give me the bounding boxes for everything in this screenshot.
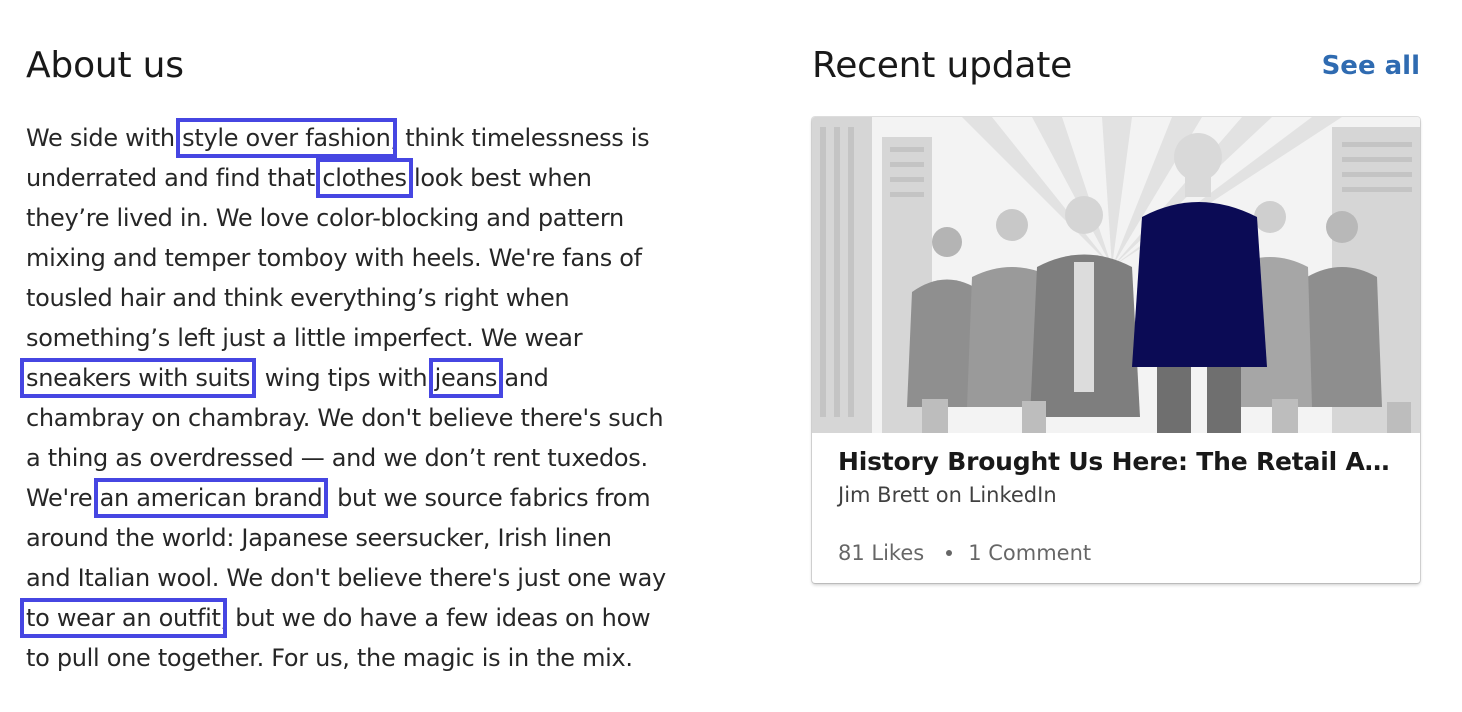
about-line: a thing as overdressed — and we don’t re… (26, 444, 648, 472)
card-author: Jim Brett on LinkedIn (838, 483, 1057, 507)
about-line: underrated and find that clothes look be… (26, 158, 746, 198)
about-line: chambray on chambray. We don't believe t… (26, 404, 664, 432)
about-line: something’s left just a little imperfect… (26, 324, 583, 352)
recent-update-section: Recent update See all History Brought Us… (812, 40, 1422, 583)
separator-dot-icon (946, 550, 953, 556)
text-segment: , but we do have a few ideas on how (220, 604, 651, 632)
about-line: tousled hair and think everything’s righ… (26, 284, 570, 312)
text-segment: underrated and find that (26, 164, 323, 192)
text-segment: , but we source fabrics from (322, 484, 651, 512)
about-line: they’re lived in. We love color-blocking… (26, 204, 624, 232)
see-all-link[interactable]: See all (1322, 51, 1420, 81)
text-segment: look best when (406, 164, 592, 192)
about-title: About us (26, 45, 184, 86)
about-line: and Italian wool. We don't believe there… (26, 564, 666, 592)
comments-count[interactable]: 1 Comment (968, 541, 1091, 565)
business-people-illustration (812, 117, 1420, 433)
text-segment: and (497, 364, 549, 392)
highlight-wear-an-outfit: to wear an outfit (20, 598, 227, 638)
about-line: to wear an outfit, but we do have a few … (20, 598, 746, 638)
about-text: We side with style over fashion, think t… (19, 118, 746, 678)
highlight-american-brand: an american brand (93, 478, 329, 518)
text-segment: We side with (26, 124, 183, 152)
recent-update-title: Recent update (812, 45, 1073, 86)
text-segment: , think timelessness is (390, 124, 650, 152)
about-section: About us We side with style over fashion… (19, 40, 746, 678)
highlight-jeans: jeans (428, 358, 504, 398)
card-title[interactable]: History Brought Us Here: The Retail A… (838, 445, 1394, 479)
text-segment: We're (26, 484, 100, 512)
about-line: We side with style over fashion, think t… (26, 118, 746, 158)
card-stats: 81 Likes 1 Comment (838, 541, 1394, 565)
text-segment: , wing tips with (250, 364, 435, 392)
recent-update-card[interactable]: History Brought Us Here: The Retail A… J… (812, 117, 1420, 583)
card-body: History Brought Us Here: The Retail A… J… (812, 433, 1420, 565)
about-line: sneakers with suits, wing tips with jean… (19, 358, 746, 398)
about-line: mixing and temper tomboy with heels. We'… (26, 244, 642, 272)
about-line: We're an american brand, but we source f… (26, 478, 746, 518)
highlight-style-over-fashion: style over fashion (176, 118, 397, 158)
likes-count[interactable]: 81 Likes (838, 541, 924, 565)
highlight-sneakers-with-suits: sneakers with suits (19, 358, 257, 398)
recent-header: Recent update See all (812, 40, 1422, 92)
about-line: around the world: Japanese seersucker, I… (26, 524, 612, 552)
highlight-clothes: clothes (316, 158, 413, 198)
about-line: to pull one together. For us, the magic … (26, 644, 633, 672)
